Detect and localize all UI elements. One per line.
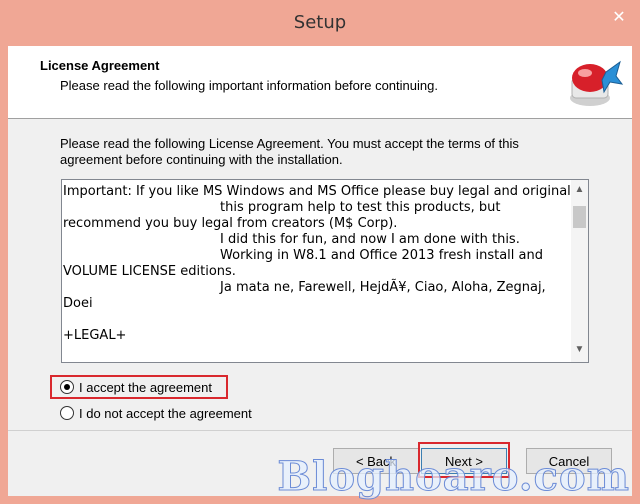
- page-title: License Agreement: [40, 58, 160, 73]
- license-scrollbar[interactable]: ▲ ▼: [571, 180, 588, 362]
- scroll-thumb[interactable]: [573, 206, 586, 228]
- watermark: Bloghoaro.com: [277, 453, 630, 501]
- decline-radio[interactable]: [60, 406, 74, 420]
- license-intro: Please read the following License Agreem…: [60, 136, 519, 167]
- dialog-client-area: License Agreement Please read the follow…: [8, 46, 632, 496]
- setup-installer-icon: [564, 54, 624, 110]
- scroll-up-icon[interactable]: ▲: [571, 184, 588, 198]
- scroll-down-icon[interactable]: ▼: [571, 344, 588, 358]
- page-subtitle: Please read the following important info…: [60, 78, 438, 93]
- footer-divider: [8, 430, 632, 431]
- close-icon[interactable]: ✕: [608, 6, 630, 28]
- decline-label[interactable]: I do not accept the agreement: [79, 406, 252, 421]
- license-text-box[interactable]: Important: If you like MS Windows and MS…: [61, 179, 589, 363]
- accept-radio[interactable]: [60, 380, 74, 394]
- accept-option[interactable]: I accept the agreement: [60, 377, 212, 397]
- wizard-header: License Agreement Please read the follow…: [8, 46, 632, 119]
- accept-label[interactable]: I accept the agreement: [79, 380, 212, 395]
- decline-option[interactable]: I do not accept the agreement: [60, 403, 252, 423]
- title-bar[interactable]: Setup ✕: [0, 0, 640, 46]
- setup-window: Setup ✕ License Agreement Please read th…: [0, 0, 640, 504]
- license-text: Important: If you like MS Windows and MS…: [63, 184, 571, 343]
- window-title: Setup: [293, 12, 347, 33]
